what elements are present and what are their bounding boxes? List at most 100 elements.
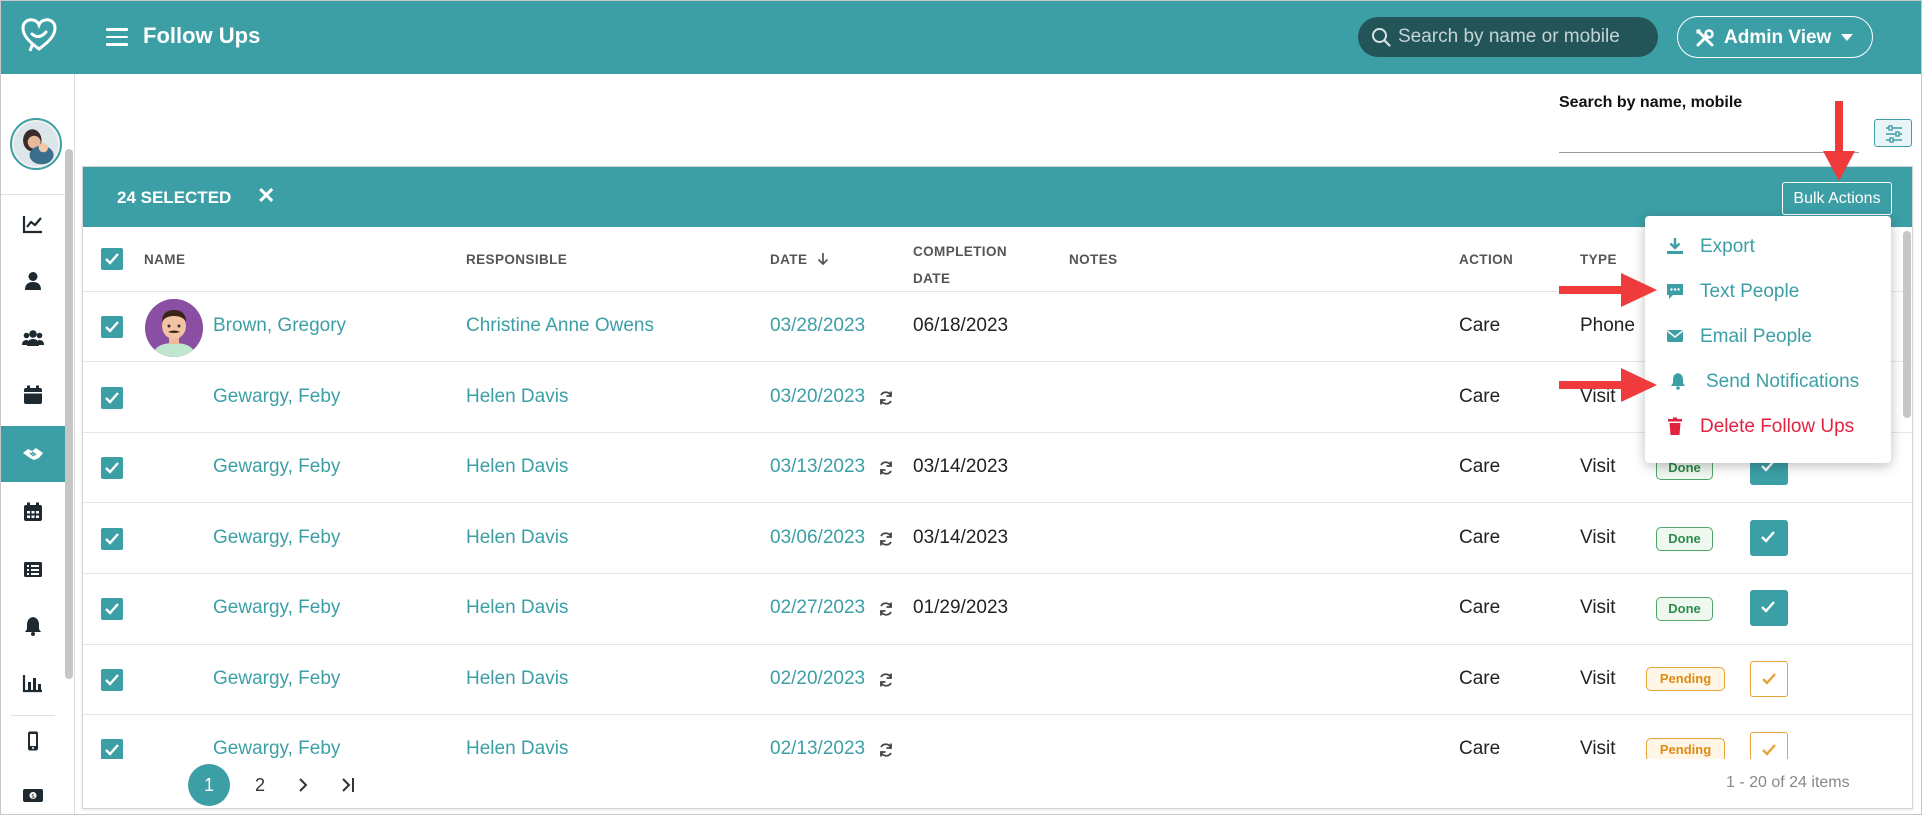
column-header-completion-date[interactable]: COMPLETION DATE (913, 238, 1007, 292)
type-value: Visit (1580, 738, 1616, 759)
page-2-button[interactable]: 2 (245, 764, 275, 806)
row-checkbox[interactable] (101, 739, 123, 761)
column-header-action[interactable]: ACTION (1459, 252, 1513, 267)
date-link[interactable]: 03/28/2023 (770, 315, 865, 337)
chevron-right-icon[interactable] (290, 772, 316, 798)
menu-item-send-notifications-label: Send Notifications (1706, 371, 1860, 392)
row-checkbox[interactable] (101, 528, 123, 550)
responsible-link[interactable]: Helen Davis (466, 668, 568, 690)
sidebar-scrollbar[interactable] (65, 149, 73, 679)
responsible-link[interactable]: Helen Davis (466, 456, 568, 478)
recurring-icon (880, 673, 892, 687)
search-input[interactable] (1398, 17, 1648, 57)
column-header-notes[interactable]: NOTES (1069, 252, 1118, 267)
clear-selection-button[interactable]: ✕ (257, 183, 275, 209)
person-name-link[interactable]: Gewargy, Feby (213, 527, 340, 549)
sms-icon (1667, 284, 1683, 299)
column-header-date-label: DATE (770, 252, 808, 267)
person-avatar (145, 299, 203, 357)
annotation-arrow-down-icon (1823, 101, 1855, 181)
recurring-icon (880, 391, 892, 405)
column-header-responsible[interactable]: RESPONSIBLE (466, 252, 567, 267)
admin-view-button[interactable]: Admin View (1677, 16, 1873, 58)
sidebar-item-events[interactable] (1, 375, 65, 415)
top-bar: Follow Ups Admin View (1, 1, 1921, 74)
action-value: Care (1459, 527, 1501, 548)
date-link[interactable]: 02/20/2023 (770, 668, 865, 690)
sidebar-item-reports[interactable] (1, 663, 65, 703)
responsible-link[interactable]: Helen Davis (466, 597, 568, 619)
page-1-button[interactable]: 1 (188, 764, 230, 806)
date-link[interactable]: 03/06/2023 (770, 527, 865, 549)
sidebar-item-person[interactable] (1, 261, 65, 301)
sidebar-item-follow-ups[interactable] (1, 426, 65, 482)
bell-icon (1671, 373, 1685, 390)
complete-button[interactable] (1750, 661, 1788, 697)
menu-item-export[interactable]: Export (1645, 227, 1891, 267)
user-avatar[interactable] (10, 118, 62, 170)
row-checkbox[interactable] (101, 669, 123, 691)
person-name-link[interactable]: Gewargy, Feby (213, 738, 340, 760)
column-header-type[interactable]: TYPE (1580, 252, 1617, 267)
calendar-grid-icon (24, 502, 42, 521)
check-icon (1762, 744, 1776, 756)
person-name-link[interactable]: Gewargy, Feby (213, 597, 340, 619)
menu-item-delete-follow-ups[interactable]: Delete Follow Ups (1645, 407, 1891, 447)
date-link[interactable]: 03/13/2023 (770, 456, 865, 478)
table-scrollbar[interactable] (1903, 231, 1911, 418)
responsible-link[interactable]: Christine Anne Owens (466, 315, 654, 337)
row-checkbox[interactable] (101, 598, 123, 620)
menu-item-email-people[interactable]: Email People (1645, 317, 1891, 357)
date-link[interactable]: 02/13/2023 (770, 738, 865, 760)
sidebar-item-people[interactable] (1, 318, 65, 358)
sidebar-item-calendar[interactable] (1, 492, 65, 532)
responsible-link[interactable]: Helen Davis (466, 738, 568, 760)
menu-icon[interactable] (106, 28, 128, 46)
global-search[interactable] (1358, 17, 1658, 57)
responsible-link[interactable]: Helen Davis (466, 527, 568, 549)
mobile-icon (28, 731, 38, 751)
complete-button[interactable] (1750, 590, 1788, 626)
svg-text:$: $ (31, 793, 35, 800)
selected-count: 24 SELECTED (117, 188, 232, 207)
action-value: Care (1459, 386, 1501, 407)
select-all-checkbox[interactable] (101, 248, 123, 270)
person-name-link[interactable]: Brown, Gregory (213, 315, 346, 337)
date-link[interactable]: 02/27/2023 (770, 597, 865, 619)
logo-icon[interactable] (19, 15, 59, 55)
admin-view-label: Admin View (1724, 27, 1832, 48)
person-name-link[interactable]: Gewargy, Feby (213, 386, 340, 408)
filter-input[interactable] (1559, 152, 1859, 153)
sidebar-item-notifications[interactable] (1, 606, 65, 646)
sidebar-item-dashboard[interactable] (1, 204, 65, 244)
type-value: Phone (1580, 315, 1635, 336)
complete-button[interactable] (1750, 520, 1788, 556)
completion-date: 01/29/2023 (913, 597, 1009, 618)
sidebar-item-mobile[interactable] (1, 721, 65, 761)
person-avatar-image (145, 299, 203, 357)
last-page-icon[interactable] (335, 772, 361, 798)
row-checkbox[interactable] (101, 387, 123, 409)
menu-item-text-people[interactable]: Text People (1645, 272, 1891, 312)
filter-settings-button[interactable] (1874, 119, 1912, 147)
row-checkbox[interactable] (101, 457, 123, 479)
users-icon (22, 330, 44, 346)
check-icon (105, 253, 119, 265)
page-title: Follow Ups (143, 23, 261, 48)
row-checkbox[interactable] (101, 316, 123, 338)
person-name-link[interactable]: Gewargy, Feby (213, 668, 340, 690)
handshake-icon (23, 448, 43, 460)
type-value: Visit (1580, 456, 1616, 477)
person-name-link[interactable]: Gewargy, Feby (213, 456, 340, 478)
responsible-link[interactable]: Helen Davis (466, 386, 568, 408)
menu-item-send-notifications[interactable]: Send Notifications (1645, 362, 1891, 402)
sort-down-icon (817, 253, 828, 266)
type-value: Visit (1580, 668, 1616, 689)
sidebar-item-lists[interactable] (1, 549, 65, 589)
column-header-name[interactable]: NAME (144, 252, 185, 267)
bulk-actions-button[interactable]: Bulk Actions (1782, 182, 1892, 215)
sidebar-item-giving[interactable]: $ (1, 775, 65, 814)
date-link[interactable]: 03/20/2023 (770, 386, 865, 408)
action-value: Care (1459, 597, 1501, 618)
column-header-date[interactable]: DATE (770, 252, 830, 267)
